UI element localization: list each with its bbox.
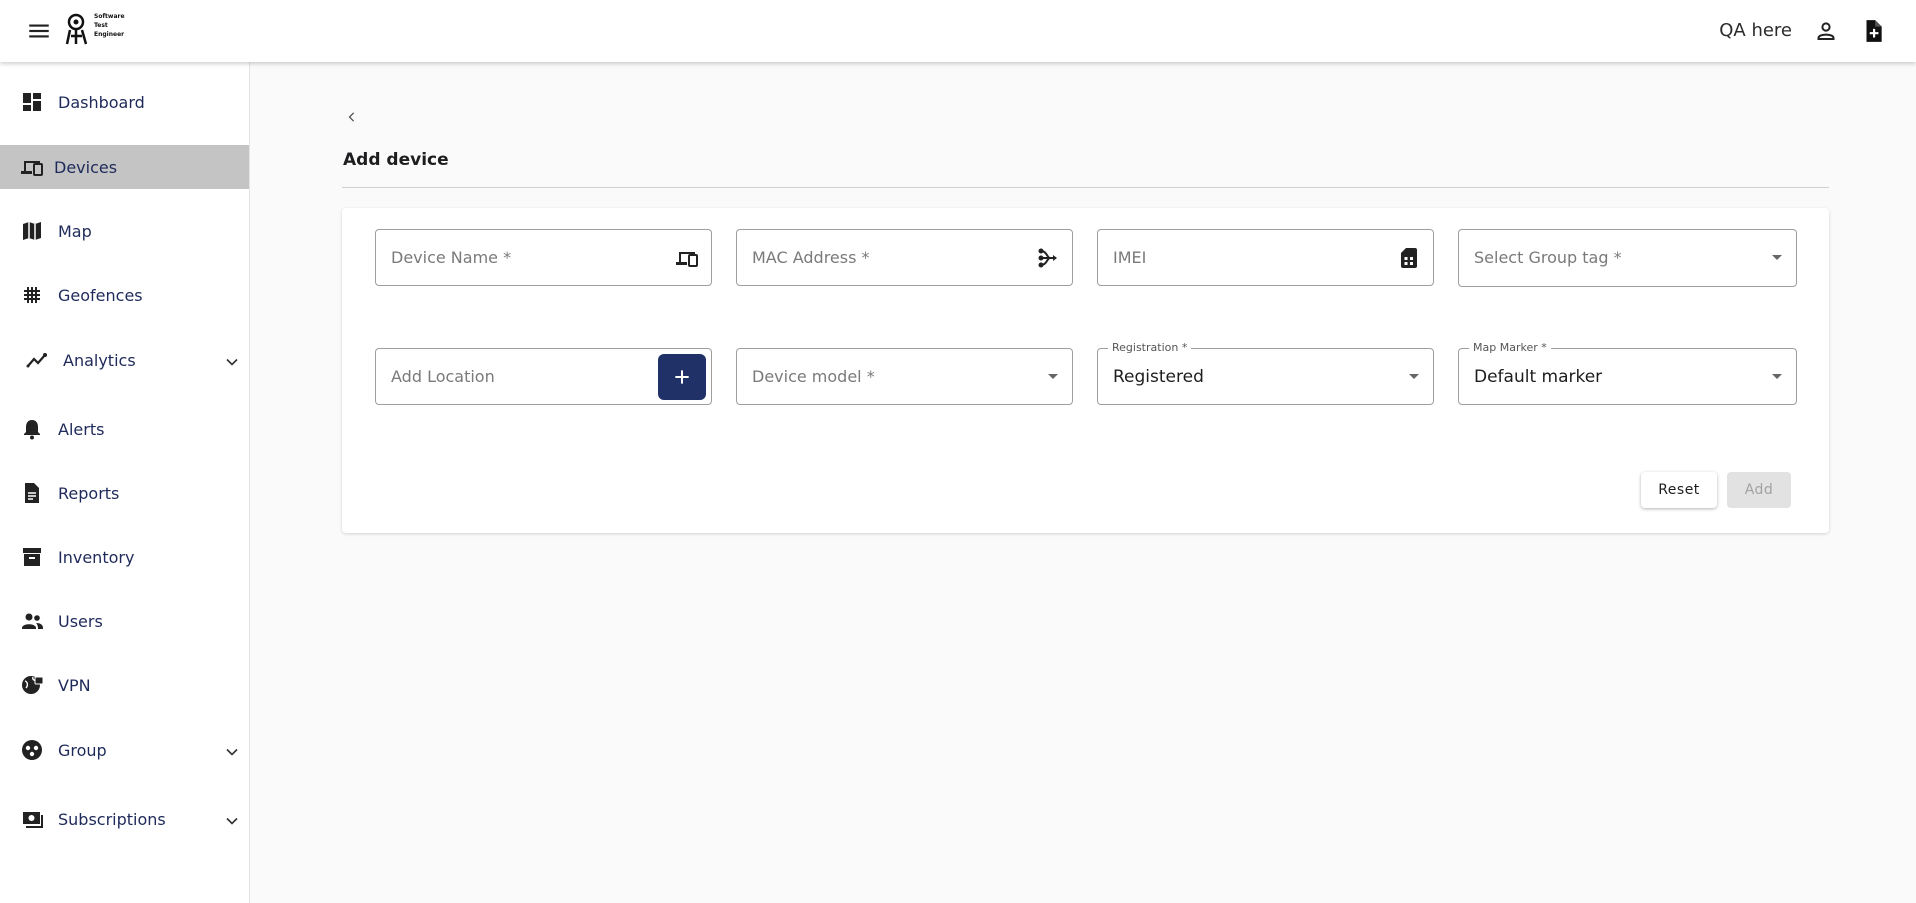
sidebar-item-reports[interactable]: Reports <box>0 471 249 515</box>
username[interactable]: QA here <box>1719 20 1792 41</box>
page-title: Add device <box>343 150 449 170</box>
device-model-placeholder: Device model * <box>752 367 875 386</box>
add-location-field[interactable]: Add Location <box>375 348 712 405</box>
sidebar-item-label: Analytics <box>63 350 136 370</box>
map-marker-value: Default marker <box>1474 367 1603 387</box>
users-icon <box>22 613 43 629</box>
imei-field[interactable]: IMEI <box>1097 229 1434 286</box>
dropdown-caret-icon <box>1048 374 1058 379</box>
registration-select[interactable]: Registration * Registered <box>1097 342 1434 405</box>
globe-lock-icon <box>22 676 44 694</box>
dropdown-caret-icon <box>1772 374 1782 379</box>
sidebar-item-label: Inventory <box>58 547 135 567</box>
group-tag-placeholder: Select Group tag * <box>1474 248 1622 267</box>
divider <box>342 187 1829 188</box>
dropdown-caret-icon <box>1409 374 1419 379</box>
top-bar: Software Test Engineer QA here <box>0 0 1916 62</box>
grid-icon <box>24 287 40 303</box>
chevron-down-icon[interactable] <box>222 811 242 831</box>
mac-address-placeholder: MAC Address * <box>752 248 870 267</box>
registration-label: Registration * <box>1108 342 1192 354</box>
chevron-down-icon[interactable] <box>222 742 242 762</box>
add-document-icon[interactable] <box>1860 18 1886 44</box>
add-device-form-card: Device Name * MAC Address * IMEI Select … <box>342 208 1829 533</box>
device-name-field[interactable]: Device Name * <box>375 229 712 286</box>
sim-card-icon <box>1401 248 1417 268</box>
group-tag-select[interactable]: Select Group tag * <box>1458 229 1797 287</box>
add-location-button[interactable] <box>658 354 706 400</box>
chevron-down-icon[interactable] <box>222 352 242 372</box>
reset-button[interactable]: Reset <box>1641 472 1717 508</box>
dashboard-icon <box>23 93 41 111</box>
analytics-icon <box>26 353 47 368</box>
plus-icon <box>675 370 689 384</box>
sidebar-item-devices[interactable]: Devices <box>0 145 249 189</box>
sidebar-item-map[interactable]: Map <box>0 209 249 253</box>
sidebar: Dashboard Devices Map Geofences Analytic… <box>0 62 250 903</box>
sidebar-item-label: Subscriptions <box>58 809 166 829</box>
archive-icon <box>23 548 41 566</box>
sidebar-item-subscriptions[interactable]: Subscriptions <box>0 797 249 841</box>
devices-icon <box>21 161 43 176</box>
sidebar-item-label: Group <box>58 740 107 760</box>
sidebar-item-vpn[interactable]: VPN <box>0 663 249 707</box>
report-icon <box>25 483 39 503</box>
sidebar-item-geofences[interactable]: Geofences <box>0 273 249 317</box>
logo-text-3: Engineer <box>94 31 125 38</box>
dropdown-caret-icon <box>1772 255 1782 260</box>
sidebar-item-label: Dashboard <box>58 92 145 112</box>
mac-address-field[interactable]: MAC Address * <box>736 229 1073 286</box>
logo[interactable]: Software Test Engineer <box>62 10 125 50</box>
map-marker-select[interactable]: Map Marker * Default marker <box>1458 342 1797 405</box>
subscriptions-icon <box>23 812 43 828</box>
add-button[interactable]: Add <box>1727 472 1791 508</box>
sidebar-item-inventory[interactable]: Inventory <box>0 535 249 579</box>
device-model-select[interactable]: Device model * <box>736 348 1073 405</box>
group-icon <box>22 740 42 760</box>
bell-icon <box>24 420 40 440</box>
sidebar-item-label: Reports <box>58 483 120 503</box>
sidebar-item-label: Users <box>58 611 103 631</box>
imei-placeholder: IMEI <box>1113 248 1147 267</box>
registration-value: Registered <box>1113 367 1204 387</box>
logo-text-1: Software <box>94 13 125 20</box>
menu-icon[interactable] <box>26 18 52 44</box>
sidebar-item-label: Geofences <box>58 285 143 305</box>
add-location-placeholder: Add Location <box>391 367 495 386</box>
sidebar-item-dashboard[interactable]: Dashboard <box>0 80 249 124</box>
sidebar-item-label: Devices <box>54 157 118 177</box>
sidebar-item-label: Alerts <box>58 419 105 439</box>
map-marker-label: Map Marker * <box>1469 342 1551 354</box>
sidebar-item-group[interactable]: Group <box>0 728 249 772</box>
logo-text-2: Test <box>94 22 108 29</box>
devices-icon <box>676 252 698 267</box>
back-chevron-icon[interactable] <box>342 106 362 128</box>
sidebar-item-users[interactable]: Users <box>0 599 249 643</box>
network-branch-icon <box>1038 248 1057 268</box>
device-name-placeholder: Device Name * <box>391 248 512 267</box>
sidebar-item-alerts[interactable]: Alerts <box>0 407 249 451</box>
sidebar-item-label: Map <box>58 221 92 241</box>
map-icon <box>23 222 41 240</box>
user-icon[interactable] <box>1814 19 1838 43</box>
sidebar-item-label: VPN <box>58 675 91 695</box>
sidebar-item-analytics[interactable]: Analytics <box>0 338 249 382</box>
